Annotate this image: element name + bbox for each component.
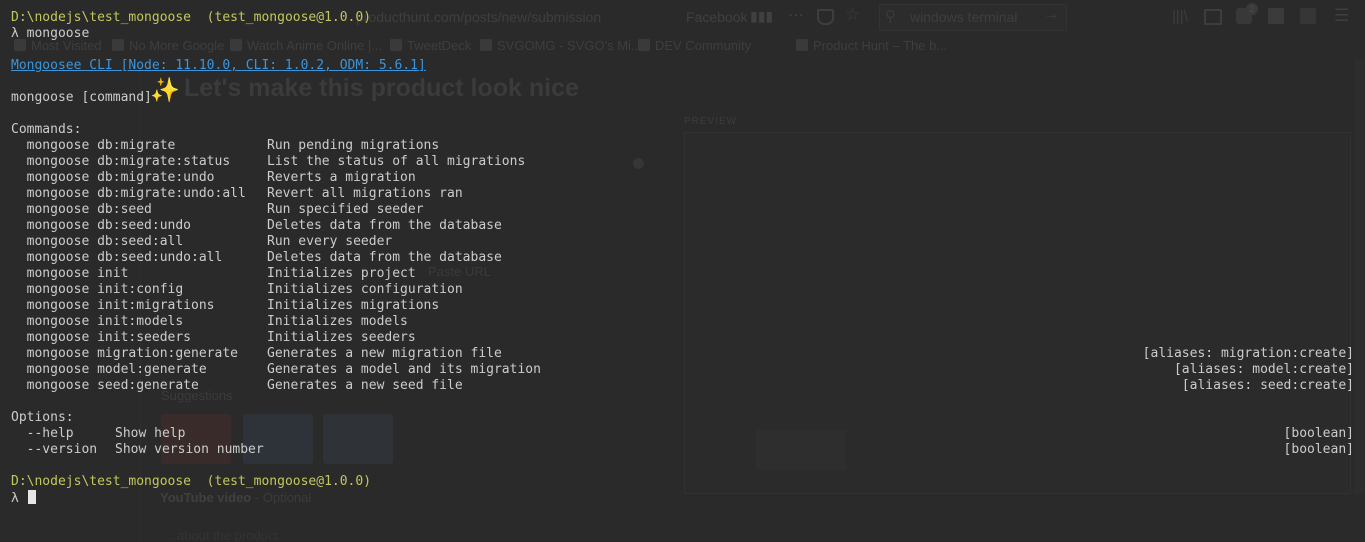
active-prompt-line[interactable]: λ <box>11 490 36 506</box>
command-row: mongoose init:migrations Initializes migr… <box>11 298 1365 314</box>
command-name: mongoose init:config <box>11 282 184 297</box>
option-type: [boolean] <box>1283 426 1354 441</box>
command-row: mongoose init Initializes project <box>11 266 1365 282</box>
command-name: mongoose db:seed:undo <box>11 218 192 233</box>
command-name: mongoose init <box>11 266 129 281</box>
command-name: mongoose migration:generate <box>11 346 238 361</box>
command-name: mongoose seed:generate <box>11 378 199 393</box>
command-name: mongoose init:seeders <box>11 330 192 345</box>
command-row: mongoose db:migrate:status List the statu… <box>11 154 1365 170</box>
command-description: Run every seeder <box>267 234 393 249</box>
command-name: mongoose db:migrate <box>11 138 176 153</box>
command-alias: [aliases: model:create] <box>1173 362 1354 377</box>
prompt-package: (test_mongoose@1.0.0) <box>206 10 372 25</box>
command-name: mongoose db:migrate:undo <box>11 170 215 185</box>
command-name: mongoose init:migrations <box>11 298 215 313</box>
command-input-line: λ mongoose <box>11 26 90 41</box>
cli-banner-link[interactable]: Mongoosee CLI [Node: 11.10.0, CLI: 1.0.2… <box>11 58 426 74</box>
command-row: mongoose db:seed:undo:all Deletes data fr… <box>11 250 1365 266</box>
command-row: mongoose db:migrate:undo Reverts a migrat… <box>11 170 1365 186</box>
command-row: mongoose seed:generate Generates a new se… <box>11 378 1365 394</box>
command-description: Initializes project <box>267 266 416 281</box>
command-alias: [aliases: seed:create] <box>1181 378 1354 393</box>
command-description: Revert all migrations ran <box>267 186 463 201</box>
text-cursor[interactable] <box>27 490 36 504</box>
prompt-path: D:\nodejs\test_mongoose <box>11 10 192 25</box>
prompt-path: D:\nodejs\test_mongoose <box>11 474 192 489</box>
command-row: mongoose init:config Initializes configur… <box>11 282 1365 298</box>
command-row: mongoose db:seed:undo Deletes data from t… <box>11 218 1365 234</box>
command-description: Generates a model and its migration <box>267 362 541 377</box>
prompt-line: D:\nodejs\test_mongoose (test_mongoose@1… <box>11 474 371 490</box>
option-description: Show version number <box>115 442 264 457</box>
option-type: [boolean] <box>1283 442 1354 457</box>
command-description: Initializes configuration <box>267 282 463 297</box>
command-row: mongoose init:models Initializes models <box>11 314 1365 330</box>
option-row: --version Show version number [boolean] <box>11 442 1365 458</box>
command-description: Reverts a migration <box>267 170 416 185</box>
options-header: Options: <box>11 410 74 425</box>
command-row: mongoose db:seed:all Run every seeder <box>11 234 1365 250</box>
option-flag: --version <box>11 442 98 457</box>
command-description: Generates a new seed file <box>267 378 463 393</box>
option-description: Show help <box>115 426 186 441</box>
command-description: Initializes models <box>267 314 408 329</box>
command-description: Initializes seeders <box>267 330 416 345</box>
command-description: Generates a new migration file <box>267 346 502 361</box>
command-name: mongoose db:migrate:status <box>11 154 231 169</box>
command-description: List the status of all migrations <box>267 154 526 169</box>
command-row: mongoose init:seeders Initializes seeders <box>11 330 1365 346</box>
command-description: Deletes data from the database <box>267 250 502 265</box>
command-description: Initializes migrations <box>267 298 440 313</box>
command-row: mongoose migration:generate Generates a n… <box>11 346 1365 362</box>
prompt-line: D:\nodejs\test_mongoose (test_mongoose@1… <box>11 10 371 26</box>
commands-header: Commands: <box>11 122 82 137</box>
option-flag: --help <box>11 426 74 441</box>
usage-line: mongoose [command] <box>11 90 152 105</box>
command-row: mongoose model:generate Generates a model… <box>11 362 1365 378</box>
cli-banner[interactable]: Mongoosee CLI [Node: 11.10.0, CLI: 1.0.2… <box>11 58 426 73</box>
command-name: mongoose model:generate <box>11 362 207 377</box>
command-description: Run pending migrations <box>267 138 440 153</box>
command-row: mongoose db:migrate Run pending migration… <box>11 138 1365 154</box>
lambda-prompt: λ <box>11 491 19 506</box>
terminal-window[interactable]: D:\nodejs\test_mongoose (test_mongoose@1… <box>0 0 1365 542</box>
option-row: --help Show help [boolean] <box>11 426 1365 442</box>
command-name: mongoose db:seed:all <box>11 234 184 249</box>
prompt-package: (test_mongoose@1.0.0) <box>206 474 372 489</box>
command-name: mongoose db:seed:undo:all <box>11 250 223 265</box>
command-description: Deletes data from the database <box>267 218 502 233</box>
command-alias: [aliases: migration:create] <box>1142 346 1354 361</box>
command-row: mongoose db:migrate:undo:all Revert all m… <box>11 186 1365 202</box>
command-description: Run specified seeder <box>267 202 424 217</box>
command-row: mongoose db:seed Run specified seeder <box>11 202 1365 218</box>
command-name: mongoose db:seed <box>11 202 152 217</box>
command-name: mongoose db:migrate:undo:all <box>11 186 246 201</box>
command-name: mongoose init:models <box>11 314 184 329</box>
